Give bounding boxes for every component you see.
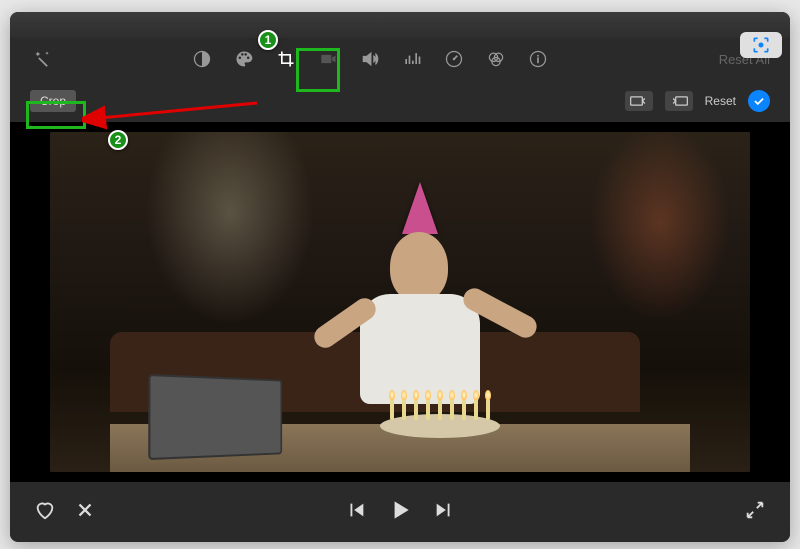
play-button[interactable] xyxy=(387,497,413,523)
crop-icon[interactable] xyxy=(274,47,298,71)
screen-capture-icon xyxy=(751,35,771,55)
crop-subtoolbar: Crop Reset xyxy=(10,80,790,122)
color-palette-icon[interactable] xyxy=(232,47,256,71)
reset-button[interactable]: Reset xyxy=(705,94,736,108)
skip-forward-button[interactable] xyxy=(433,499,455,521)
scene-cake xyxy=(380,398,500,438)
skip-forward-icon xyxy=(433,499,455,521)
camera-icon[interactable] xyxy=(316,47,340,71)
video-frame[interactable] xyxy=(50,132,750,472)
crop-button[interactable]: Crop xyxy=(30,90,76,112)
color-balance-icon[interactable] xyxy=(190,47,214,71)
main-toolbar: Reset All xyxy=(10,38,790,80)
volume-icon[interactable] xyxy=(358,47,382,71)
skip-back-icon xyxy=(345,499,367,521)
equalizer-icon[interactable] xyxy=(400,47,424,71)
annotation-badge-2: 2 xyxy=(108,130,128,150)
magic-wand-icon[interactable] xyxy=(30,47,54,71)
heart-icon xyxy=(34,499,56,521)
rotate-cw-icon xyxy=(669,94,689,108)
fullscreen-button[interactable] xyxy=(744,499,766,521)
play-icon xyxy=(387,497,413,523)
apply-button[interactable] xyxy=(748,90,770,112)
favorite-button[interactable] xyxy=(34,499,56,521)
scene-person xyxy=(330,222,510,422)
x-icon xyxy=(74,499,96,521)
annotation-badge-1: 1 xyxy=(258,30,278,50)
reject-button[interactable] xyxy=(74,499,96,521)
color-filter-icon[interactable] xyxy=(484,47,508,71)
skip-back-button[interactable] xyxy=(345,499,367,521)
rotate-cw-button[interactable] xyxy=(665,91,693,111)
playback-controls xyxy=(10,482,790,538)
window-titlebar xyxy=(10,12,790,38)
video-preview-area xyxy=(10,122,790,482)
video-editor-window: Reset All Crop Reset xyxy=(10,12,790,542)
scene-laptop xyxy=(150,377,310,462)
info-icon[interactable] xyxy=(526,47,550,71)
fullscreen-icon xyxy=(744,499,766,521)
screen-capture-button[interactable] xyxy=(740,32,782,58)
checkmark-icon xyxy=(752,94,766,108)
rotate-ccw-button[interactable] xyxy=(625,91,653,111)
speed-icon[interactable] xyxy=(442,47,466,71)
rotate-ccw-icon xyxy=(629,94,649,108)
